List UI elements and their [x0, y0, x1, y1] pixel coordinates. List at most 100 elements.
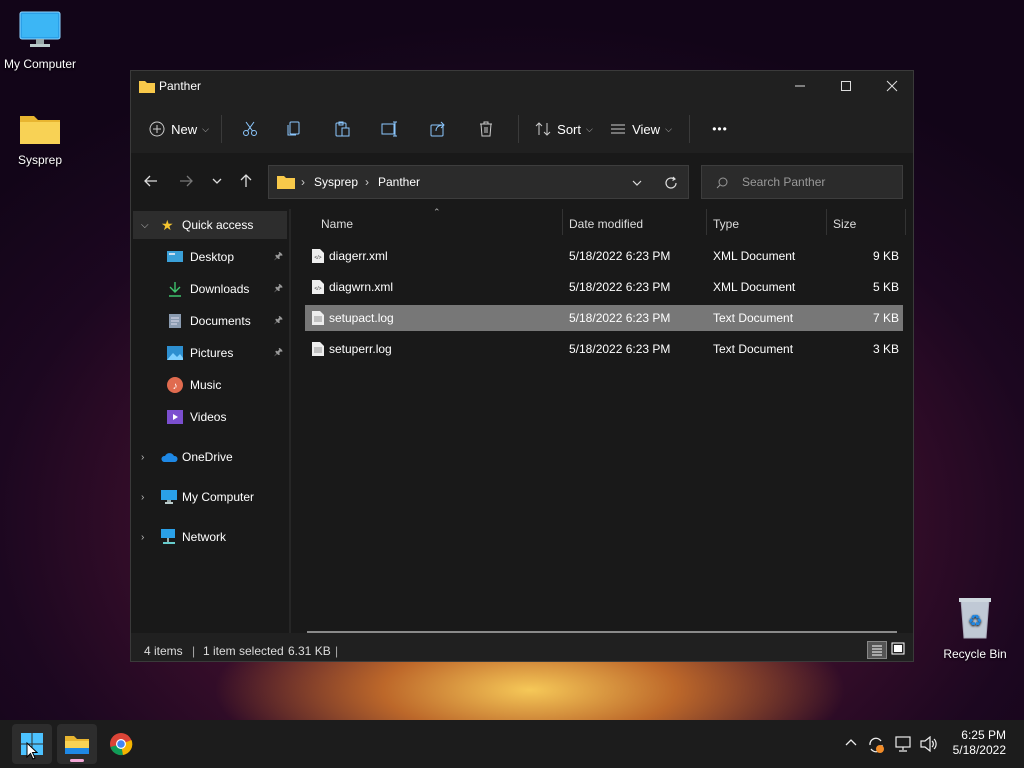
column-divider[interactable] [905, 209, 906, 235]
column-divider[interactable] [562, 209, 563, 235]
file-row[interactable]: </> diagwrn.xml 5/18/2022 6:23 PM XML Do… [305, 274, 903, 300]
recycle-bin-icon: ♻ [959, 598, 991, 639]
desktop-icon-my-computer[interactable]: My Computer [0, 10, 80, 71]
chevron-up-icon [845, 739, 857, 746]
trash-icon [480, 121, 492, 137]
paste-button[interactable] [318, 113, 366, 145]
sidebar-item-music[interactable]: ♪ Music [133, 371, 287, 399]
status-bar: 4 items | 1 item selected 6.31 KB | [131, 639, 913, 661]
search-icon [716, 177, 728, 189]
sidebar-item-pictures[interactable]: Pictures 🖈 [133, 339, 287, 367]
file-size: 9 KB [872, 249, 899, 263]
chevron-down-icon: ⌵ [202, 123, 209, 134]
desktop-icon-sysprep[interactable]: Sysprep [0, 110, 80, 167]
minimize-button[interactable] [777, 71, 823, 101]
cloud-icon [161, 453, 178, 462]
up-button[interactable] [238, 173, 254, 193]
new-button[interactable]: New ⌵ [145, 113, 213, 145]
sort-icon [535, 122, 551, 136]
maximize-button[interactable] [823, 71, 869, 101]
desktop-icon-label: My Computer [3, 57, 77, 71]
network-icon [161, 529, 175, 544]
column-header-type[interactable]: Type [713, 209, 825, 237]
chevron-right-icon: › [141, 451, 145, 463]
chevron-down-icon [212, 178, 222, 184]
sidebar-item-onedrive[interactable]: › OneDrive [133, 443, 287, 471]
sidebar-item-downloads[interactable]: Downloads 🖈 [133, 275, 287, 303]
sync-status-icon[interactable] [867, 736, 885, 757]
picture-icon [167, 346, 183, 360]
volume-button[interactable] [920, 735, 938, 755]
system-clock[interactable]: 6:25 PM 5/18/2022 [953, 728, 1006, 758]
network-wired-icon [895, 736, 911, 752]
horizontal-scrollbar[interactable] [307, 631, 897, 633]
column-divider[interactable] [826, 209, 827, 235]
view-button[interactable]: View ⌵ [601, 113, 681, 145]
sidebar-item-desktop[interactable]: Desktop 🖈 [133, 243, 287, 271]
toolbar-divider [518, 115, 519, 143]
delete-button[interactable] [462, 113, 510, 145]
search-input[interactable]: Search Panther [701, 165, 903, 199]
network-status-icon[interactable] [895, 736, 913, 755]
file-explorer-window: Panther New ⌵ Sort ⌵ View ⌵ ••• › Syspre… [130, 70, 914, 662]
sort-button[interactable]: Sort ⌵ [527, 113, 601, 145]
back-button[interactable] [143, 173, 159, 193]
sidebar-item-network[interactable]: › Network [133, 523, 287, 551]
share-button[interactable] [414, 113, 462, 145]
rename-button[interactable] [366, 113, 414, 145]
sidebar-item-my-computer[interactable]: › My Computer [133, 483, 287, 511]
column-header-date-modified[interactable]: Date modified [569, 209, 705, 237]
chevron-down-icon[interactable] [631, 177, 643, 189]
refresh-icon[interactable] [664, 176, 678, 190]
column-header-size[interactable]: Size [833, 209, 903, 237]
view-button-label: View [632, 121, 661, 137]
more-options-button[interactable]: ••• [698, 113, 742, 145]
copy-button[interactable] [270, 113, 318, 145]
sidebar-item-label: Documents [190, 314, 251, 328]
sidebar-item-videos[interactable]: Videos [133, 403, 287, 431]
forward-button[interactable] [178, 173, 194, 193]
close-button[interactable] [869, 71, 915, 101]
sort-button-label: Sort [557, 121, 581, 137]
large-icons-view-icon [891, 642, 905, 655]
folder-icon [139, 81, 155, 93]
svg-text:♪: ♪ [173, 381, 178, 392]
large-icons-view-button[interactable] [889, 641, 909, 659]
column-divider[interactable] [706, 209, 707, 235]
text-file-icon [312, 342, 324, 356]
title-bar[interactable]: Panther [131, 71, 913, 103]
details-view-button[interactable] [867, 641, 887, 659]
show-hidden-icons-button[interactable] [845, 736, 857, 752]
toolbar-divider [221, 115, 222, 143]
taskbar-chrome[interactable] [101, 724, 141, 764]
column-header-name[interactable]: Name [321, 209, 561, 237]
cut-button[interactable] [230, 113, 270, 145]
selection-size: 6.31 KB [288, 644, 331, 658]
status-divider: | [192, 644, 196, 658]
file-row[interactable]: </> diagerr.xml 5/18/2022 6:23 PM XML Do… [305, 243, 903, 269]
sidebar-item-quick-access[interactable]: ⌵ ★ Quick access [133, 211, 287, 239]
svg-text:♻: ♻ [968, 613, 982, 630]
column-header-label: Size [833, 217, 857, 231]
document-icon [169, 314, 181, 328]
file-explorer-icon [65, 736, 89, 754]
breadcrumb-separator-icon: › [365, 175, 369, 189]
desktop-icon-recycle-bin[interactable]: ♻ Recycle Bin [935, 596, 1015, 661]
address-bar[interactable]: › Sysprep › Panther [268, 165, 689, 199]
xml-file-icon: </> [312, 280, 324, 294]
column-header-label: Name [321, 217, 354, 231]
sidebar-item-documents[interactable]: Documents 🖈 [133, 307, 287, 335]
file-type: Text Document [713, 311, 794, 325]
file-date: 5/18/2022 6:23 PM [569, 311, 671, 325]
recent-locations-button[interactable] [211, 173, 223, 193]
breadcrumb-panther[interactable]: Panther [378, 175, 420, 189]
file-row[interactable]: setuperr.log 5/18/2022 6:23 PM Text Docu… [305, 336, 903, 362]
chevron-down-icon: ⌵ [141, 219, 149, 231]
chevron-down-icon: ⌵ [665, 123, 672, 134]
taskbar-file-explorer[interactable] [57, 724, 97, 764]
file-row[interactable]: setupact.log 5/18/2022 6:23 PM Text Docu… [305, 305, 903, 331]
status-divider: | [335, 644, 339, 658]
search-placeholder: Search Panther [742, 175, 826, 189]
command-bar: New ⌵ Sort ⌵ View ⌵ ••• [131, 109, 913, 149]
breadcrumb-sysprep[interactable]: Sysprep [314, 175, 358, 189]
